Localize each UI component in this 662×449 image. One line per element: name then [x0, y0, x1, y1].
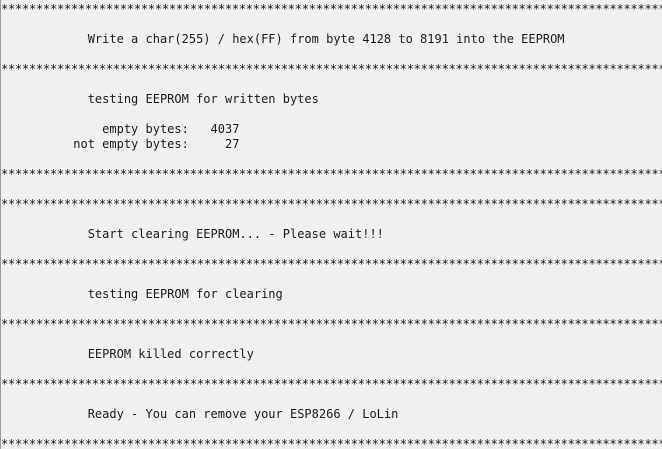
separator-line: ****************************************… [1, 2, 662, 16]
separator-line: ****************************************… [1, 317, 662, 331]
separator-line: ****************************************… [1, 437, 662, 449]
ready-line: Ready - You can remove your ESP8266 / Lo… [1, 407, 399, 421]
eeprom-killed-line: EEPROM killed correctly [1, 347, 254, 361]
serial-monitor-output[interactable]: ****************************************… [0, 0, 662, 449]
separator-line: ****************************************… [1, 197, 662, 211]
empty-bytes-line: empty bytes: 4037 [1, 122, 240, 136]
not-empty-bytes-line: not empty bytes: 27 [1, 137, 240, 151]
separator-line: ****************************************… [1, 167, 662, 181]
testing-written-line: testing EEPROM for written bytes [1, 92, 319, 106]
testing-clearing-line: testing EEPROM for clearing [1, 287, 283, 301]
separator-line: ****************************************… [1, 62, 662, 76]
start-clearing-line: Start clearing EEPROM... - Please wait!!… [1, 227, 384, 241]
write-info-line: Write a char(255) / hex(FF) from byte 41… [1, 32, 565, 46]
separator-line: ****************************************… [1, 257, 662, 271]
separator-line: ****************************************… [1, 377, 662, 391]
